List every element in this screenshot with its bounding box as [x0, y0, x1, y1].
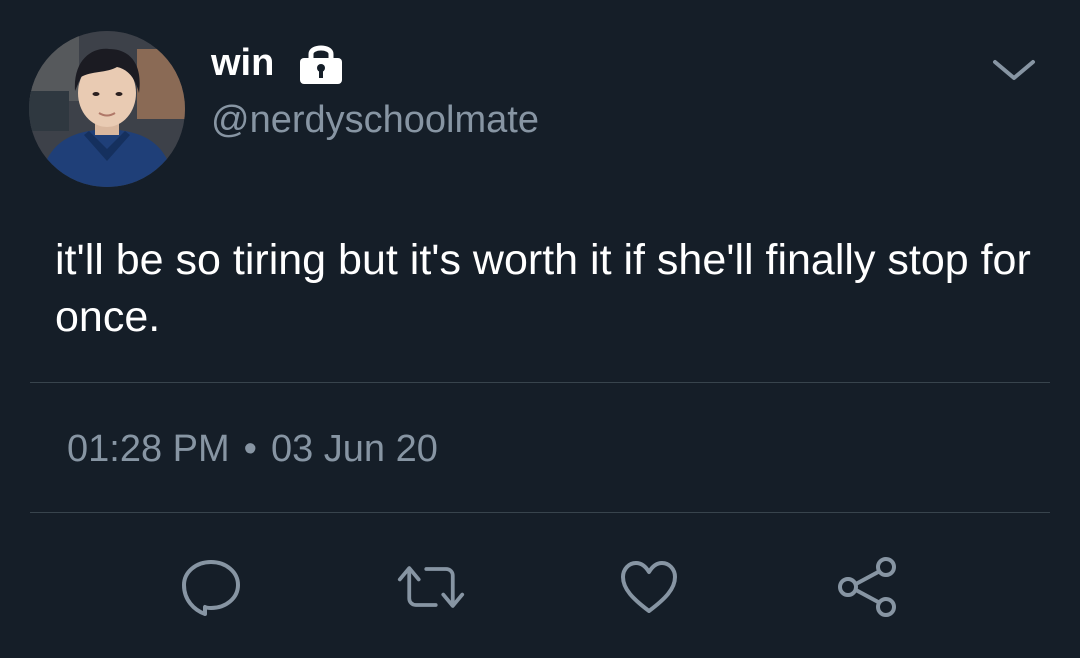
reply-button[interactable] — [176, 552, 246, 622]
like-button[interactable] — [614, 552, 684, 622]
timestamp-separator: • — [243, 428, 257, 470]
divider — [30, 512, 1050, 513]
timestamp: 01:28 PM • 03 Jun 20 — [67, 426, 438, 472]
avatar[interactable] — [29, 31, 185, 187]
heart-icon — [621, 561, 677, 613]
display-name[interactable]: win — [211, 40, 274, 86]
tweet-menu-button[interactable] — [986, 50, 1042, 90]
share-button[interactable] — [833, 552, 903, 622]
divider — [30, 382, 1050, 383]
chevron-down-icon — [993, 60, 1035, 80]
retweet-button[interactable] — [396, 552, 466, 622]
reply-icon — [182, 560, 240, 616]
share-icon — [838, 557, 896, 617]
tweet-date: 03 Jun 20 — [270, 428, 438, 470]
retweet-icon — [397, 566, 465, 608]
lock-icon — [298, 40, 344, 84]
tweet-text: it'll be so tiring but it's worth it if … — [55, 236, 1031, 341]
tweet-time: 01:28 PM — [67, 428, 230, 470]
avatar-photo — [29, 31, 185, 187]
handle[interactable]: @nerdyschoolmate — [211, 98, 539, 142]
